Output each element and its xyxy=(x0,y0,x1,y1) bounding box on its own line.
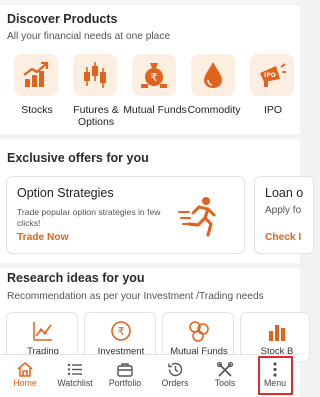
products-row: Stocks Futures & Options ₹ Mutual Funds … xyxy=(0,54,300,134)
top-divider xyxy=(0,0,300,5)
product-ipo[interactable]: IPO IPO xyxy=(244,54,302,132)
megaphone-icon: IPO xyxy=(260,63,286,87)
nav-tools[interactable]: Tools xyxy=(200,355,250,397)
svg-text:₹: ₹ xyxy=(151,71,158,84)
running-man-icon xyxy=(178,197,216,237)
bottom-navigation: Home Watchlist Portfolio Orders Tools Me… xyxy=(0,354,300,397)
nav-orders[interactable]: Orders xyxy=(150,355,200,397)
offers-section: Exclusive offers for you Option Strategi… xyxy=(0,139,314,263)
money-bag-icon: ₹ xyxy=(141,63,167,88)
product-stocks[interactable]: Stocks xyxy=(8,54,66,132)
menu-highlight-box xyxy=(258,356,293,395)
discover-products-title: Discover Products xyxy=(7,12,118,26)
ipo-tile: IPO xyxy=(250,54,294,96)
futures-options-tile xyxy=(73,54,117,96)
mutual-funds-tile: ₹ xyxy=(132,54,176,96)
research-section: Research ideas for you Recommendation as… xyxy=(0,268,310,362)
briefcase-icon xyxy=(117,363,133,377)
bar-chart-icon xyxy=(269,325,285,341)
svg-text:₹: ₹ xyxy=(118,325,125,338)
nav-portfolio[interactable]: Portfolio xyxy=(100,355,150,397)
check-link[interactable]: Check I xyxy=(265,232,301,243)
nav-home[interactable]: Home xyxy=(0,355,50,397)
research-title: Research ideas for you xyxy=(7,271,145,285)
home-icon xyxy=(17,362,33,377)
trend-chart-icon xyxy=(33,322,52,341)
offer-description: Trade popular option strategies in few c… xyxy=(17,207,161,228)
stocks-chart-icon xyxy=(23,61,49,87)
oil-drop-icon xyxy=(204,62,222,88)
discover-products-section: Discover Products All your financial nee… xyxy=(0,0,300,134)
product-label-ipo: IPO xyxy=(263,104,283,116)
commodity-tile xyxy=(191,54,235,96)
product-futures-options[interactable]: Futures & Options xyxy=(67,54,125,132)
svg-text:IPO: IPO xyxy=(264,72,276,79)
stocks-tile xyxy=(14,54,58,96)
offer-title: Loan o xyxy=(265,186,304,200)
offer-card-option-strategies[interactable]: Option Strategies Trade popular option s… xyxy=(6,176,245,254)
history-icon xyxy=(168,362,183,377)
offer-card-loan[interactable]: Loan o Apply fo Check I xyxy=(254,176,314,254)
discover-products-subtitle: All your financial needs at one place xyxy=(7,31,171,42)
offer-title: Option Strategies xyxy=(17,186,114,200)
tools-icon xyxy=(216,361,234,377)
trade-now-link[interactable]: Trade Now xyxy=(17,232,69,243)
research-subtitle: Recommendation as per your Investment /T… xyxy=(7,291,264,302)
offer-description: Apply fo xyxy=(265,205,302,216)
offers-title: Exclusive offers for you xyxy=(7,151,149,165)
product-commodity[interactable]: Commodity xyxy=(185,54,243,132)
candlestick-icon xyxy=(84,62,106,88)
nav-watchlist[interactable]: Watchlist xyxy=(50,355,100,397)
rupee-coin-icon: ₹ xyxy=(111,321,131,341)
list-icon xyxy=(67,363,82,376)
coins-icon xyxy=(189,321,209,342)
product-mutual-funds[interactable]: ₹ Mutual Funds xyxy=(123,54,187,132)
